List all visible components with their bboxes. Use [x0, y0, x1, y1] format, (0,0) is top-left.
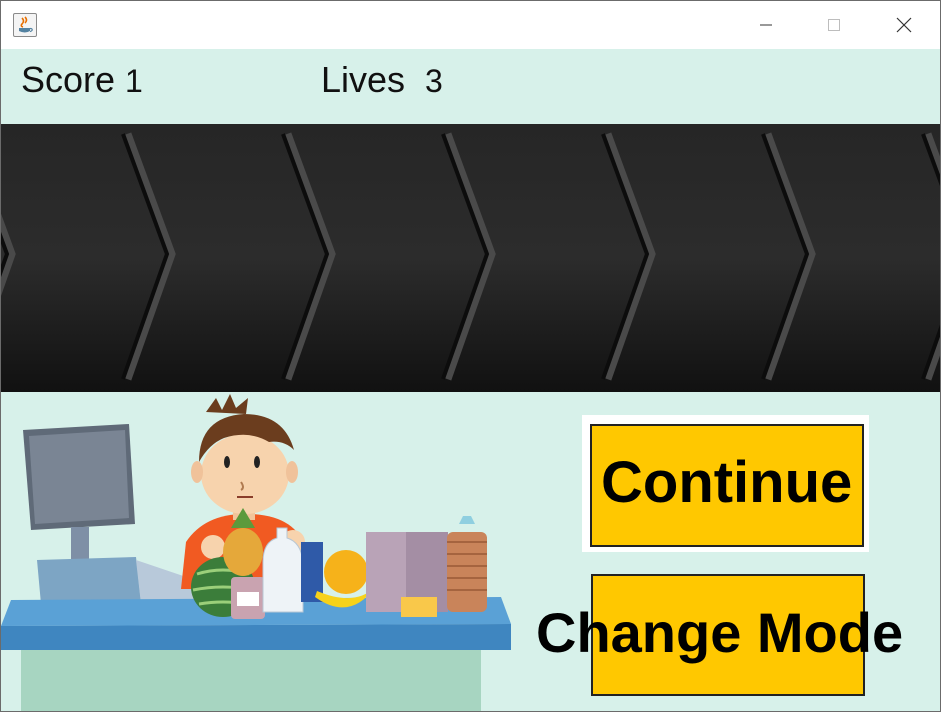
minimize-icon[interactable]	[732, 1, 800, 49]
game-window: Score 1 Lives 3 Continue Change Mode	[0, 0, 941, 712]
continue-button-label[interactable]: Continue	[601, 454, 852, 512]
checkout-scene: Continue Change Mode	[1, 392, 940, 711]
hud: Score 1 Lives 3	[1, 49, 940, 124]
score-value: 1	[125, 63, 143, 99]
maximize-icon[interactable]	[800, 1, 868, 49]
conveyor-belt	[1, 124, 940, 392]
score-label: Score	[21, 59, 116, 100]
monitor-icon	[23, 424, 201, 607]
lives-value: 3	[425, 63, 443, 99]
title-bar	[1, 1, 940, 49]
change-mode-button-label[interactable]: Change Mode	[536, 605, 903, 661]
groceries	[191, 508, 487, 619]
java-icon[interactable]	[13, 13, 37, 37]
counter-base	[21, 647, 481, 711]
close-icon[interactable]	[870, 1, 938, 49]
lives-label: Lives	[321, 59, 406, 100]
